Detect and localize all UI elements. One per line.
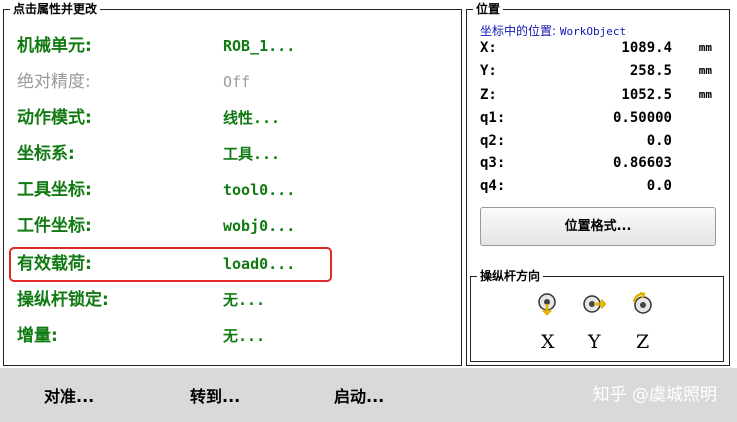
prop-label: 增量: bbox=[17, 326, 58, 346]
position-key: Z: bbox=[480, 87, 497, 103]
position-value: 1052.5 bbox=[621, 87, 672, 103]
prop-label: 工件坐标: bbox=[17, 216, 92, 236]
prop-value[interactable]: 线性... bbox=[223, 105, 280, 131]
position-row-q3: q3: 0.86603 bbox=[480, 155, 720, 175]
command-bar: 对准... 转到... 启动... 知乎 @虞城照明 bbox=[0, 368, 737, 422]
prop-label: 工具坐标: bbox=[17, 180, 92, 200]
properties-group-title: 点击属性并更改 bbox=[10, 1, 101, 17]
joystick-direction-title: 操纵杆方向 bbox=[477, 268, 544, 284]
position-group-title: 位置 bbox=[473, 1, 504, 17]
position-row-z: Z: 1052.5 mm bbox=[480, 87, 720, 107]
position-value: 258.5 bbox=[629, 63, 672, 79]
axis-label-x: X bbox=[541, 331, 555, 353]
goto-button[interactable]: 转到... bbox=[190, 383, 240, 407]
prop-value[interactable]: 工具... bbox=[223, 141, 280, 167]
activate-button[interactable]: 启动... bbox=[334, 383, 384, 407]
position-row-q2: q2: 0.0 bbox=[480, 133, 720, 153]
prop-value: Off bbox=[223, 73, 251, 91]
position-caption-prefix: 坐标中的位置: bbox=[480, 24, 557, 38]
position-value: 0.86603 bbox=[612, 155, 672, 171]
prop-value[interactable]: 无... bbox=[223, 287, 265, 313]
prop-label: 绝对精度: bbox=[17, 72, 91, 92]
prop-value[interactable]: tool0... bbox=[223, 177, 295, 203]
axis-label-y: Y bbox=[588, 331, 601, 353]
position-key: X: bbox=[480, 40, 497, 56]
payload-highlight-box bbox=[9, 247, 332, 282]
prop-row-increment[interactable]: 增量: 无... bbox=[17, 323, 447, 349]
position-row-y: Y: 258.5 mm bbox=[480, 63, 720, 83]
prop-row-work-object[interactable]: 工件坐标: wobj0... bbox=[17, 213, 447, 239]
joystick-y-icon bbox=[583, 295, 606, 313]
position-key: q4: bbox=[480, 178, 506, 194]
position-row-q1: q1: 0.50000 bbox=[480, 110, 720, 130]
position-value: 0.0 bbox=[646, 178, 672, 194]
prop-value[interactable]: wobj0... bbox=[223, 213, 295, 239]
position-row-q4: q4: 0.0 bbox=[480, 178, 720, 198]
position-key: q2: bbox=[480, 133, 506, 149]
prop-row-coordinate-system[interactable]: 坐标系: 工具... bbox=[17, 141, 447, 167]
position-unit: mm bbox=[698, 64, 712, 77]
position-key: Y: bbox=[480, 63, 497, 79]
watermark-text: 知乎 @虞城照明 bbox=[592, 385, 717, 405]
position-value: 0.50000 bbox=[612, 110, 672, 126]
align-button[interactable]: 对准... bbox=[44, 383, 94, 407]
position-value: 0.0 bbox=[646, 133, 672, 149]
prop-label: 机械单元: bbox=[17, 36, 92, 56]
position-unit: mm bbox=[698, 41, 712, 54]
position-caption-ref: WorkObject bbox=[559, 25, 627, 38]
axis-label-z: Z bbox=[636, 331, 650, 353]
prop-row-motion-mode[interactable]: 动作模式: 线性... bbox=[17, 105, 447, 131]
prop-label: 操纵杆锁定: bbox=[17, 290, 109, 310]
joystick-z-icon bbox=[632, 292, 652, 314]
prop-row-absolute-accuracy: 绝对精度: Off bbox=[17, 69, 447, 95]
prop-value[interactable]: ROB_1... bbox=[223, 33, 295, 59]
position-format-button[interactable]: 位置格式... bbox=[480, 207, 716, 246]
position-caption: 坐标中的位置: WorkObject bbox=[480, 22, 626, 39]
position-unit: mm bbox=[698, 88, 712, 101]
prop-label: 坐标系: bbox=[17, 144, 75, 164]
prop-row-tool[interactable]: 工具坐标: tool0... bbox=[17, 177, 447, 203]
position-key: q1: bbox=[480, 110, 506, 126]
prop-label: 动作模式: bbox=[17, 108, 92, 128]
prop-row-mechanical-unit[interactable]: 机械单元: ROB_1... bbox=[17, 33, 447, 59]
position-key: q3: bbox=[480, 155, 506, 171]
prop-row-joystick-lock[interactable]: 操纵杆锁定: 无... bbox=[17, 287, 447, 313]
position-value: 1089.4 bbox=[621, 40, 672, 56]
joystick-x-icon bbox=[538, 293, 556, 316]
position-row-x: X: 1089.4 mm bbox=[480, 40, 720, 60]
prop-value[interactable]: 无... bbox=[223, 323, 265, 349]
